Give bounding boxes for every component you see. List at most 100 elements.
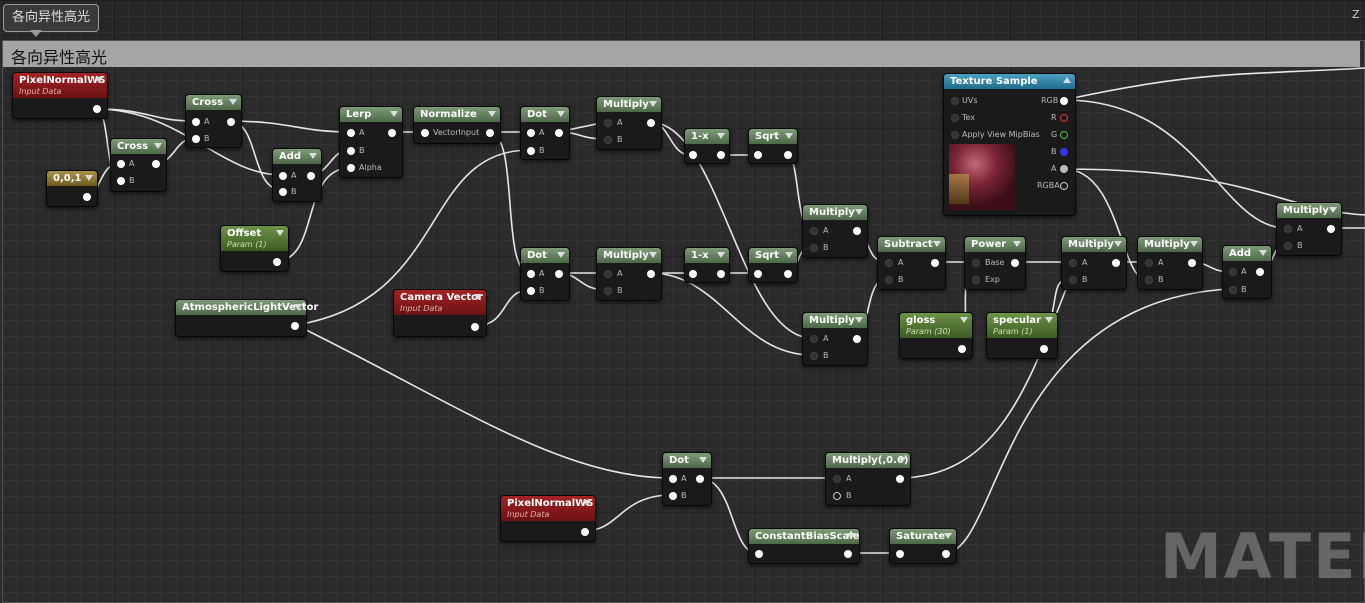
input-pin[interactable]	[1069, 276, 1077, 284]
output-pin[interactable]	[647, 270, 655, 278]
output-pin[interactable]	[1188, 259, 1196, 267]
input-pin[interactable]	[810, 244, 818, 252]
chevron-down-icon[interactable]	[1329, 207, 1337, 213]
output-pin[interactable]	[273, 258, 281, 266]
output-pin[interactable]	[227, 118, 235, 126]
output-pin[interactable]	[958, 345, 966, 353]
chevron-down-icon[interactable]	[717, 252, 725, 258]
output-pin-a[interactable]	[1060, 165, 1068, 173]
chevron-down-icon[interactable]	[1259, 250, 1267, 256]
chevron-down-icon[interactable]	[1045, 317, 1053, 323]
input-pin[interactable]	[951, 114, 959, 122]
input-pin[interactable]	[754, 270, 762, 278]
chevron-down-icon[interactable]	[1013, 241, 1021, 247]
input-pin[interactable]	[347, 164, 355, 172]
chevron-down-icon[interactable]	[855, 317, 863, 323]
chevron-down-icon[interactable]	[649, 101, 657, 107]
output-pin-b[interactable]	[1060, 148, 1068, 156]
node-subtract[interactable]: Subtract A B	[877, 236, 946, 290]
output-pin[interactable]	[844, 550, 852, 558]
input-pin[interactable]	[192, 135, 200, 143]
node-constant-001[interactable]: 0,0,1	[46, 170, 98, 207]
output-pin[interactable]	[717, 270, 725, 278]
chevron-down-icon[interactable]	[855, 209, 863, 215]
node-multiply[interactable]: Multiply A B	[802, 204, 868, 258]
chevron-down-icon[interactable]	[960, 317, 968, 323]
input-pin[interactable]	[1069, 259, 1077, 267]
output-pin[interactable]	[93, 105, 101, 113]
input-pin[interactable]	[1284, 225, 1292, 233]
chevron-down-icon[interactable]	[557, 111, 565, 117]
input-pin[interactable]	[951, 97, 959, 105]
node-camera-vector[interactable]: Camera Vector Input Data	[393, 289, 487, 337]
input-pin[interactable]	[1229, 268, 1237, 276]
node-multiply[interactable]: Multiply A B	[1061, 236, 1127, 290]
node-power[interactable]: Power Base Exp	[964, 236, 1026, 290]
node-multiply[interactable]: Multiply A B	[1137, 236, 1203, 290]
chevron-down-icon[interactable]	[488, 111, 496, 117]
input-pin[interactable]	[810, 335, 818, 343]
chevron-down-icon[interactable]	[785, 133, 793, 139]
output-pin[interactable]	[555, 270, 563, 278]
chevron-down-icon[interactable]	[785, 252, 793, 258]
output-pin[interactable]	[581, 528, 589, 536]
input-pin[interactable]	[885, 276, 893, 284]
input-pin[interactable]	[754, 151, 762, 159]
node-dot[interactable]: Dot A B	[662, 452, 712, 506]
input-pin[interactable]	[669, 492, 677, 500]
chevron-down-icon[interactable]	[474, 294, 482, 300]
output-pin[interactable]	[1256, 268, 1264, 276]
output-pin[interactable]	[942, 550, 950, 558]
output-pin[interactable]	[83, 193, 91, 201]
node-constant-bias-scale[interactable]: ConstantBiasScale	[748, 528, 860, 564]
input-pin[interactable]	[972, 276, 980, 284]
node-normalize[interactable]: Normalize VectorInput	[413, 106, 501, 144]
node-pixelnormalws[interactable]: PixelNormalWS Input Data	[12, 72, 108, 119]
input-pin[interactable]	[1284, 242, 1292, 250]
output-pin[interactable]	[931, 259, 939, 267]
node-lerp[interactable]: Lerp A B Alpha	[339, 106, 403, 178]
chevron-down-icon[interactable]	[294, 304, 302, 310]
chevron-down-icon[interactable]	[95, 77, 103, 83]
input-pin[interactable]	[421, 129, 429, 137]
chevron-down-icon[interactable]	[1114, 241, 1122, 247]
output-pin[interactable]	[647, 119, 655, 127]
input-pin[interactable]	[604, 270, 612, 278]
input-pin[interactable]	[689, 270, 697, 278]
input-pin[interactable]	[604, 287, 612, 295]
output-pin-r[interactable]	[1060, 114, 1068, 122]
input-pin[interactable]	[755, 550, 763, 558]
collapse-icon[interactable]	[1063, 77, 1071, 83]
input-pin[interactable]	[604, 136, 612, 144]
node-multiply[interactable]: Multiply A B	[596, 96, 662, 150]
chevron-down-icon[interactable]	[944, 533, 952, 539]
node-sqrt[interactable]: Sqrt	[748, 247, 798, 283]
output-pin-rgba[interactable]	[1060, 182, 1068, 190]
node-sqrt[interactable]: Sqrt	[748, 128, 798, 164]
input-pin[interactable]	[1145, 276, 1153, 284]
output-pin[interactable]	[1112, 259, 1120, 267]
node-multiply[interactable]: Multiply A B	[1276, 202, 1342, 256]
chevron-down-icon[interactable]	[649, 252, 657, 258]
node-saturate[interactable]: Saturate	[889, 528, 957, 564]
input-pin[interactable]	[1145, 259, 1153, 267]
output-pin[interactable]	[784, 270, 792, 278]
output-pin-g[interactable]	[1060, 131, 1068, 139]
chevron-down-icon[interactable]	[557, 252, 565, 258]
chevron-down-icon[interactable]	[390, 111, 398, 117]
input-pin[interactable]	[117, 160, 125, 168]
input-pin[interactable]	[669, 475, 677, 483]
output-pin[interactable]	[717, 151, 725, 159]
chevron-down-icon[interactable]	[276, 230, 284, 236]
input-pin[interactable]	[833, 492, 841, 500]
input-pin[interactable]	[604, 119, 612, 127]
chevron-down-icon[interactable]	[154, 143, 162, 149]
chevron-down-icon[interactable]	[847, 533, 855, 539]
node-multiply[interactable]: Multiply A B	[596, 247, 662, 301]
input-pin[interactable]	[885, 259, 893, 267]
input-pin[interactable]	[896, 550, 904, 558]
node-cross[interactable]: Cross A B	[110, 138, 167, 192]
node-one-minus[interactable]: 1-x	[684, 128, 730, 164]
input-pin[interactable]	[1229, 286, 1237, 294]
chevron-down-icon[interactable]	[1190, 241, 1198, 247]
